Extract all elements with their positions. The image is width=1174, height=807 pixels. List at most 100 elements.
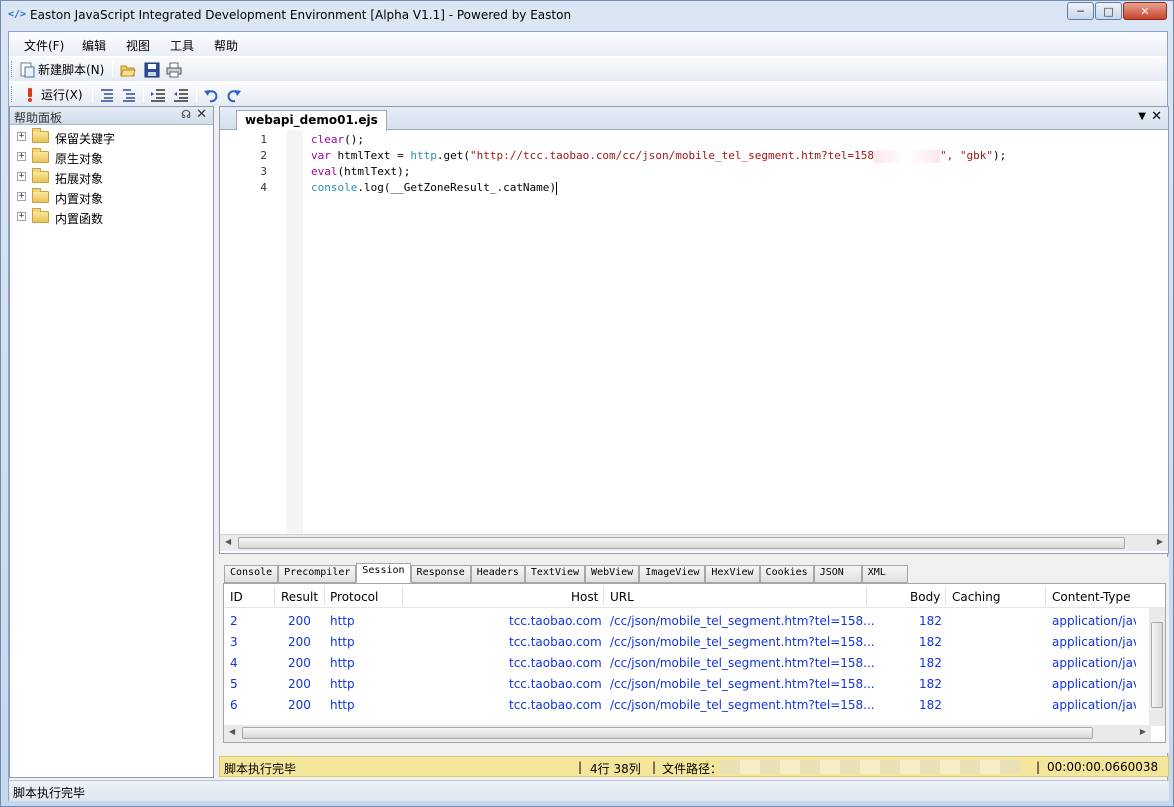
tab-json[interactable]: JSON: [813, 565, 862, 583]
minimize-button[interactable]: ─: [1067, 2, 1094, 20]
save-icon: [144, 62, 160, 78]
app-window: </> Easton JavaScript Integrated Develop…: [0, 0, 1174, 807]
tab-cookies[interactable]: Cookies: [759, 565, 814, 583]
scroll-right-icon[interactable]: ▶: [1140, 727, 1146, 736]
toolbar-grip[interactable]: [11, 61, 14, 77]
outdent-icon: [173, 87, 189, 103]
menu-tools[interactable]: 工具: [170, 37, 194, 54]
tab-precompiler[interactable]: Precompiler: [278, 565, 357, 583]
table-row[interactable]: 4 200 http tcc.taobao.com /cc/json/mobil…: [224, 653, 1144, 674]
help-panel: 帮助面板 ☊ ✕ + 保留关键字 + 原生对象 + 拓展对象 + 内置对象 + …: [9, 106, 214, 778]
scroll-left-icon[interactable]: ◀: [229, 727, 235, 736]
column-header-result[interactable]: Result: [281, 590, 318, 604]
execution-status-bar: 脚本执行完毕 | 4行 38列 | 文件路径： | 00:00:00.06600…: [219, 756, 1169, 777]
scrollbar-thumb[interactable]: [1151, 622, 1163, 708]
column-header-protocol[interactable]: Protocol: [330, 590, 378, 604]
cell-content-type: application/jav: [1052, 677, 1136, 691]
editor-horizontal-scrollbar[interactable]: ◀ ▶: [220, 534, 1168, 551]
column-header-body[interactable]: Body: [910, 590, 940, 604]
scrollbar-thumb[interactable]: [238, 537, 1125, 549]
column-header-url[interactable]: URL: [610, 590, 634, 604]
table-row[interactable]: 5 200 http tcc.taobao.com /cc/json/mobil…: [224, 674, 1144, 695]
column-divider[interactable]: [866, 587, 867, 605]
tree-item-label: 原生对象: [55, 152, 104, 166]
column-divider[interactable]: [945, 587, 946, 605]
toolbar-separator: [196, 86, 197, 102]
tab-console[interactable]: Console: [224, 565, 279, 583]
execution-message: 脚本执行完毕: [224, 762, 297, 776]
expand-icon[interactable]: +: [17, 172, 26, 181]
tab-headers[interactable]: Headers: [470, 565, 525, 583]
scrollbar-thumb[interactable]: [242, 727, 1093, 739]
cell-result: 200: [288, 698, 311, 712]
save-button[interactable]: [144, 61, 160, 78]
code-line: console.log(__GetZoneResult_.catName): [311, 181, 558, 197]
undo-button[interactable]: [203, 86, 219, 103]
column-header-content-type[interactable]: Content-Type: [1052, 590, 1131, 604]
menu-file[interactable]: 文件(F): [24, 37, 64, 54]
close-button[interactable]: ✕: [1123, 2, 1167, 20]
column-header-host[interactable]: Host: [571, 590, 598, 604]
toolbar-grip[interactable]: [11, 86, 14, 102]
expand-icon[interactable]: +: [17, 192, 26, 201]
cell-protocol: http: [330, 656, 355, 670]
close-tab-icon[interactable]: ✕: [1151, 109, 1162, 124]
menu-help[interactable]: 帮助: [214, 37, 238, 54]
tab-hexview[interactable]: HexView: [705, 565, 760, 583]
tab-webview[interactable]: WebView: [585, 565, 640, 583]
expand-icon[interactable]: +: [17, 132, 26, 141]
tab-textview[interactable]: TextView: [524, 565, 586, 583]
column-divider[interactable]: [324, 587, 325, 605]
pin-icon[interactable]: ☊: [181, 108, 191, 121]
outdent-button[interactable]: [173, 86, 189, 103]
tab-response[interactable]: Response: [410, 565, 471, 583]
tree-item-builtin-objects[interactable]: + 内置对象: [10, 187, 213, 207]
tab-session[interactable]: Session: [356, 563, 411, 583]
scroll-right-icon[interactable]: ▶: [1157, 537, 1163, 546]
close-icon[interactable]: ✕: [196, 107, 207, 122]
column-divider[interactable]: [603, 587, 604, 605]
table-row[interactable]: 2 200 http tcc.taobao.com /cc/json/mobil…: [224, 611, 1144, 632]
code-token: var: [311, 149, 331, 162]
column-divider[interactable]: [402, 587, 403, 605]
menu-view[interactable]: 视图: [126, 37, 150, 54]
redo-icon: [226, 87, 242, 103]
column-header-id[interactable]: ID: [230, 590, 243, 604]
column-divider[interactable]: [1045, 587, 1046, 605]
tab-xml[interactable]: XML: [861, 565, 908, 583]
column-divider[interactable]: [274, 587, 275, 605]
tree-item-native-objects[interactable]: + 原生对象: [10, 147, 213, 167]
code-token: "http://tcc.taobao.com/cc/json/mobile_te…: [469, 149, 874, 162]
tree-item-extended-objects[interactable]: + 拓展对象: [10, 167, 213, 187]
run-button[interactable]: 运行(X): [22, 86, 83, 103]
tree-item-builtin-functions[interactable]: + 内置函数: [10, 207, 213, 227]
cell-result: 200: [288, 635, 311, 649]
uncomment-button[interactable]: [121, 86, 137, 103]
expand-icon[interactable]: +: [17, 152, 26, 161]
expand-icon[interactable]: +: [17, 212, 26, 221]
title-bar: </> Easton JavaScript Integrated Develop…: [1, 1, 1173, 31]
scroll-left-icon[interactable]: ◀: [225, 537, 231, 546]
open-button[interactable]: [120, 61, 136, 78]
document-tab[interactable]: webapi_demo01.ejs: [236, 110, 387, 131]
new-script-button[interactable]: 新建脚本(N): [19, 61, 104, 78]
column-header-caching[interactable]: Caching: [952, 590, 1001, 604]
print-button[interactable]: [166, 61, 182, 78]
comment-button[interactable]: [99, 86, 115, 103]
tree-item-reserved-keywords[interactable]: + 保留关键字: [10, 127, 213, 147]
redo-button[interactable]: [226, 86, 242, 103]
text-cursor: [556, 181, 558, 195]
table-row[interactable]: 3 200 http tcc.taobao.com /cc/json/mobil…: [224, 632, 1144, 653]
code-token: ();: [344, 133, 364, 146]
session-vertical-scrollbar[interactable]: [1149, 608, 1165, 726]
tab-list-dropdown-icon[interactable]: ▼: [1138, 111, 1146, 122]
menu-edit[interactable]: 编辑: [82, 37, 106, 54]
line-number: 3: [260, 165, 267, 178]
tab-imageview[interactable]: ImageView: [639, 565, 706, 583]
indent-button[interactable]: [150, 86, 166, 103]
session-horizontal-scrollbar[interactable]: ◀ ▶: [224, 725, 1151, 742]
table-row[interactable]: 6 200 http tcc.taobao.com /cc/json/mobil…: [224, 695, 1144, 716]
tree-item-label: 内置函数: [55, 212, 104, 226]
maximize-button[interactable]: □: [1095, 2, 1122, 20]
cell-host: tcc.taobao.com: [509, 635, 602, 649]
